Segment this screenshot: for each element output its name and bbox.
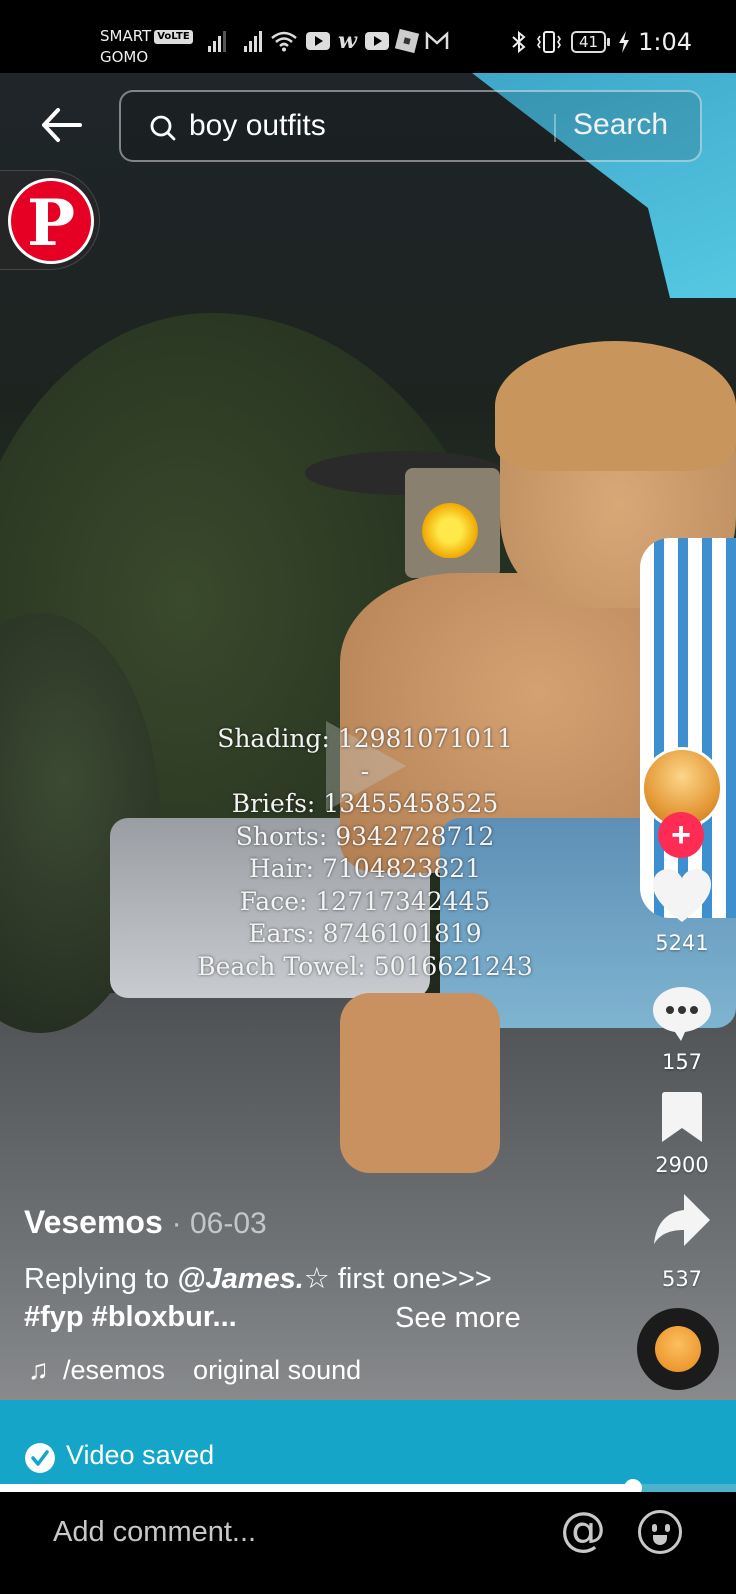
overlay-line: Shorts: 9342728712 bbox=[235, 821, 495, 851]
save-button[interactable]: 2900 bbox=[640, 1090, 724, 1177]
see-more-link[interactable]: See more bbox=[395, 1302, 521, 1335]
follow-button[interactable]: + bbox=[658, 812, 704, 858]
back-button[interactable] bbox=[36, 100, 86, 150]
bluetooth-icon bbox=[512, 30, 526, 54]
clock: 1:04 bbox=[638, 28, 692, 56]
overlay-line: Hair: 7104823821 bbox=[248, 854, 482, 883]
like-count: 5241 bbox=[655, 931, 709, 955]
search-divider bbox=[554, 114, 556, 142]
bookmark-icon bbox=[662, 1092, 702, 1142]
volte-badge: VoLTE bbox=[154, 30, 193, 44]
roblox-icon bbox=[394, 28, 420, 54]
overlay-line: Briefs: 13455458525 bbox=[231, 789, 499, 818]
carrier-name-2: GOMO bbox=[100, 48, 149, 66]
system-icons: 41 1:04 bbox=[511, 28, 692, 56]
search-input[interactable]: boy outfits bbox=[189, 109, 326, 143]
search-icon bbox=[150, 115, 176, 141]
notification-icons: w bbox=[208, 28, 449, 54]
gmail-icon bbox=[425, 31, 449, 49]
sound-disc-cover bbox=[655, 1326, 701, 1372]
playback-progress[interactable] bbox=[0, 1479, 736, 1497]
save-count: 2900 bbox=[655, 1153, 709, 1177]
overlay-line: Ears: 8746101819 bbox=[248, 919, 482, 948]
video-overlay-text: Shading: 12981071011 - Briefs: 134554585… bbox=[160, 723, 570, 983]
post-date: · 06-03 bbox=[171, 1207, 267, 1240]
overlay-line: Shading: 12981071011 bbox=[217, 724, 513, 753]
search-button[interactable]: Search bbox=[573, 108, 668, 142]
vibrate-icon bbox=[537, 31, 561, 53]
caption-hashtags[interactable]: #fyp #bloxbur... bbox=[24, 1301, 237, 1333]
carrier-name: SMART bbox=[100, 27, 152, 45]
sound-disc[interactable] bbox=[637, 1308, 719, 1390]
author-name[interactable]: Vesemos bbox=[24, 1204, 163, 1240]
emoji-icon[interactable] bbox=[638, 1510, 682, 1554]
heart-icon bbox=[653, 869, 711, 922]
share-arrow-icon bbox=[654, 1194, 710, 1246]
sound-info[interactable]: ♫ /esemos original sound bbox=[28, 1354, 361, 1386]
video-scene-flame bbox=[422, 503, 478, 558]
battery-indicator: 41 bbox=[571, 31, 611, 53]
wifi-icon bbox=[271, 31, 297, 52]
check-circle-icon bbox=[25, 1443, 55, 1473]
share-count: 537 bbox=[661, 1267, 703, 1291]
caption-prefix: Replying to bbox=[24, 1263, 178, 1295]
carrier-label: SMART VoLTE GOMO bbox=[100, 26, 193, 68]
sound-author: /esemos bbox=[63, 1354, 166, 1385]
back-arrow-icon bbox=[42, 108, 82, 142]
share-button[interactable]: 537 bbox=[640, 1192, 724, 1291]
mention-at-icon[interactable]: @ bbox=[560, 1506, 606, 1552]
pinterest-icon[interactable]: P bbox=[8, 178, 94, 264]
caption-star: ☆ bbox=[303, 1263, 330, 1295]
overlay-line: Face: 12717342445 bbox=[239, 886, 491, 916]
youtube-icon bbox=[306, 32, 330, 50]
comment-bar: @ bbox=[0, 1492, 736, 1594]
comment-button[interactable]: 157 bbox=[640, 985, 724, 1074]
w-app-icon: w bbox=[338, 28, 357, 54]
comment-icon bbox=[653, 987, 711, 1041]
author-line: Vesemos · 06-03 bbox=[24, 1204, 267, 1241]
video-character-hair bbox=[495, 341, 736, 471]
comment-count: 157 bbox=[661, 1050, 703, 1074]
caption-mention[interactable]: @James. bbox=[177, 1263, 304, 1295]
signal-1-icon bbox=[208, 30, 226, 52]
signal-2-icon bbox=[244, 30, 262, 52]
music-note-icon: ♫ bbox=[28, 1354, 49, 1385]
video-character-leg bbox=[340, 993, 500, 1173]
overlay-line: Beach Towel: 5016621243 bbox=[197, 951, 533, 981]
pinterest-glyph: P bbox=[26, 186, 76, 261]
overlay-line: - bbox=[360, 756, 370, 786]
progress-fill bbox=[0, 1484, 633, 1492]
video-scene-towel bbox=[640, 538, 736, 918]
video-player[interactable]: Shading: 12981071011 - Briefs: 134554585… bbox=[0, 73, 736, 1400]
comment-input[interactable] bbox=[53, 1516, 513, 1549]
search-bar[interactable]: boy outfits Search bbox=[119, 90, 702, 162]
caption-text: first one>>> bbox=[329, 1263, 492, 1295]
status-bar: SMART VoLTE GOMO w 41 1:04 bbox=[0, 0, 736, 73]
charging-icon bbox=[619, 31, 630, 53]
sound-name: original sound bbox=[193, 1354, 362, 1385]
youtube-icon-2 bbox=[364, 32, 389, 50]
toast-text: Video saved bbox=[66, 1440, 215, 1470]
like-button[interactable]: 5241 bbox=[640, 868, 724, 955]
